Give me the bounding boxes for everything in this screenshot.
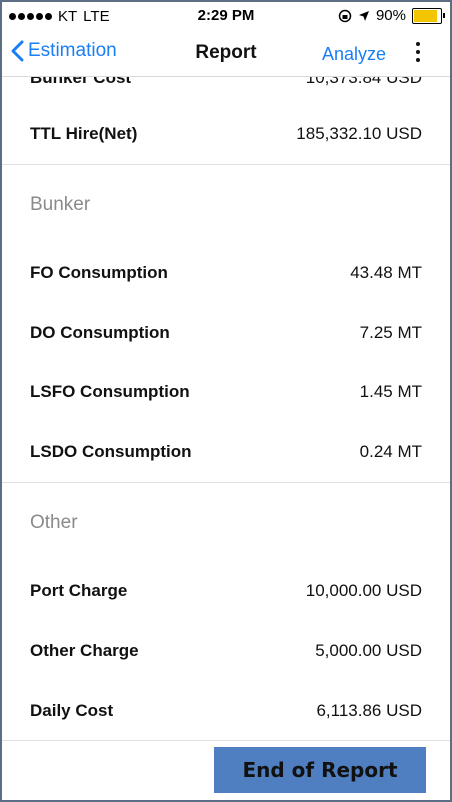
more-options-icon[interactable] xyxy=(412,42,424,62)
screen: KT LTE 2:29 PM 90% Estimation Report Ana… xyxy=(2,2,450,800)
row-value: 185,332.10 USD xyxy=(296,124,422,143)
rotation-lock-icon xyxy=(338,9,352,22)
row-value: 7.25 MT xyxy=(359,323,422,342)
row-value: 10,373.84 USD xyxy=(305,77,422,87)
section-header-bunker: Bunker xyxy=(30,194,91,215)
list-item: DO Consumption 7.25 MT xyxy=(2,304,450,364)
row-label: Bunker Cost xyxy=(30,77,132,87)
battery-percent: 90% xyxy=(375,7,406,24)
row-value: 1.45 MT xyxy=(359,382,422,401)
battery-icon xyxy=(412,7,445,24)
list-item: Bunker Cost 10,373.84 USD xyxy=(2,77,450,91)
row-label: FO Consumption xyxy=(30,263,168,282)
status-bar: KT LTE 2:29 PM 90% xyxy=(2,2,450,30)
divider xyxy=(2,740,450,741)
row-value: 6,113.86 USD xyxy=(316,701,422,720)
end-of-report-button[interactable]: End of Report xyxy=(214,747,426,793)
row-value: 0.24 MT xyxy=(359,442,422,461)
divider xyxy=(2,164,450,165)
divider xyxy=(2,482,450,483)
row-label: Port Charge xyxy=(30,581,128,600)
section-header-other: Other xyxy=(30,512,78,533)
list-item: TTL Hire(Net) 185,332.10 USD xyxy=(2,105,450,165)
status-right: 90% xyxy=(338,7,445,24)
navigation-bar: Estimation Report Analyze xyxy=(2,30,450,77)
row-label: LSDO Consumption xyxy=(30,442,192,461)
row-label: DO Consumption xyxy=(30,323,170,342)
list-item: LSFO Consumption 1.45 MT xyxy=(2,363,450,423)
row-value: 5,000.00 USD xyxy=(315,641,422,660)
row-label: TTL Hire(Net) xyxy=(30,124,138,143)
analyze-button[interactable]: Analyze xyxy=(322,44,386,65)
row-value: 10,000.00 USD xyxy=(305,581,422,600)
list-item: Other Charge 5,000.00 USD xyxy=(2,622,450,682)
list-item: FO Consumption 43.48 MT xyxy=(2,244,450,304)
list-item: LSDO Consumption 0.24 MT xyxy=(2,423,450,483)
row-label: Daily Cost xyxy=(30,701,114,720)
location-arrow-icon xyxy=(358,10,369,21)
list-item: Port Charge 10,000.00 USD xyxy=(2,562,450,622)
list-item: Daily Cost 6,113.86 USD xyxy=(2,682,450,742)
row-label: LSFO Consumption xyxy=(30,382,190,401)
row-value: 43.48 MT xyxy=(350,263,422,282)
row-label: Other Charge xyxy=(30,641,139,660)
